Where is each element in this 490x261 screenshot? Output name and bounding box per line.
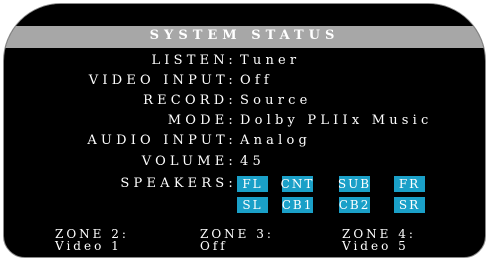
speaker-sub: SUB [337, 176, 372, 192]
record-label: RECORD: [143, 93, 237, 108]
zone-2-value: Video 1 [55, 239, 122, 253]
zone-4: ZONE 4: Video 5 [342, 228, 416, 252]
speaker-fr: FR [394, 176, 425, 192]
audio-input-label: AUDIO INPUT: [87, 133, 237, 148]
mode-value: Dolby PLIIx Music [240, 113, 433, 128]
mode-label: MODE: [167, 113, 237, 128]
listen-value: Tuner [240, 53, 301, 68]
listen-label: LISTEN: [151, 53, 237, 68]
speaker-sr: SR [394, 197, 425, 213]
speaker-cb1: CB1 [281, 197, 314, 213]
zone-2: ZONE 2: Video 1 [55, 228, 129, 252]
audio-input-value: Analog [240, 133, 312, 148]
video-input-label: VIDEO INPUT: [88, 73, 237, 88]
speakers-label: SPEAKERS: [120, 176, 237, 191]
speaker-sl: SL [237, 197, 268, 213]
zone-3: ZONE 3: Off [200, 228, 274, 252]
system-status-screen: SYSTEM STATUS LISTEN: Tuner VIDEO INPUT:… [3, 3, 486, 258]
speaker-cb2: CB2 [338, 197, 371, 213]
screen-title: SYSTEM STATUS [149, 28, 340, 43]
volume-value: 45 [240, 154, 265, 169]
speaker-cnt: CNT [280, 176, 315, 192]
volume-label: VOLUME: [141, 154, 237, 169]
zone-3-value: Off [200, 239, 228, 253]
video-input-value: Off [240, 73, 273, 88]
zone-4-value: Video 5 [342, 239, 409, 253]
speaker-fl: FL [237, 176, 268, 192]
top-bar [4, 4, 485, 26]
record-value: Source [240, 93, 312, 108]
